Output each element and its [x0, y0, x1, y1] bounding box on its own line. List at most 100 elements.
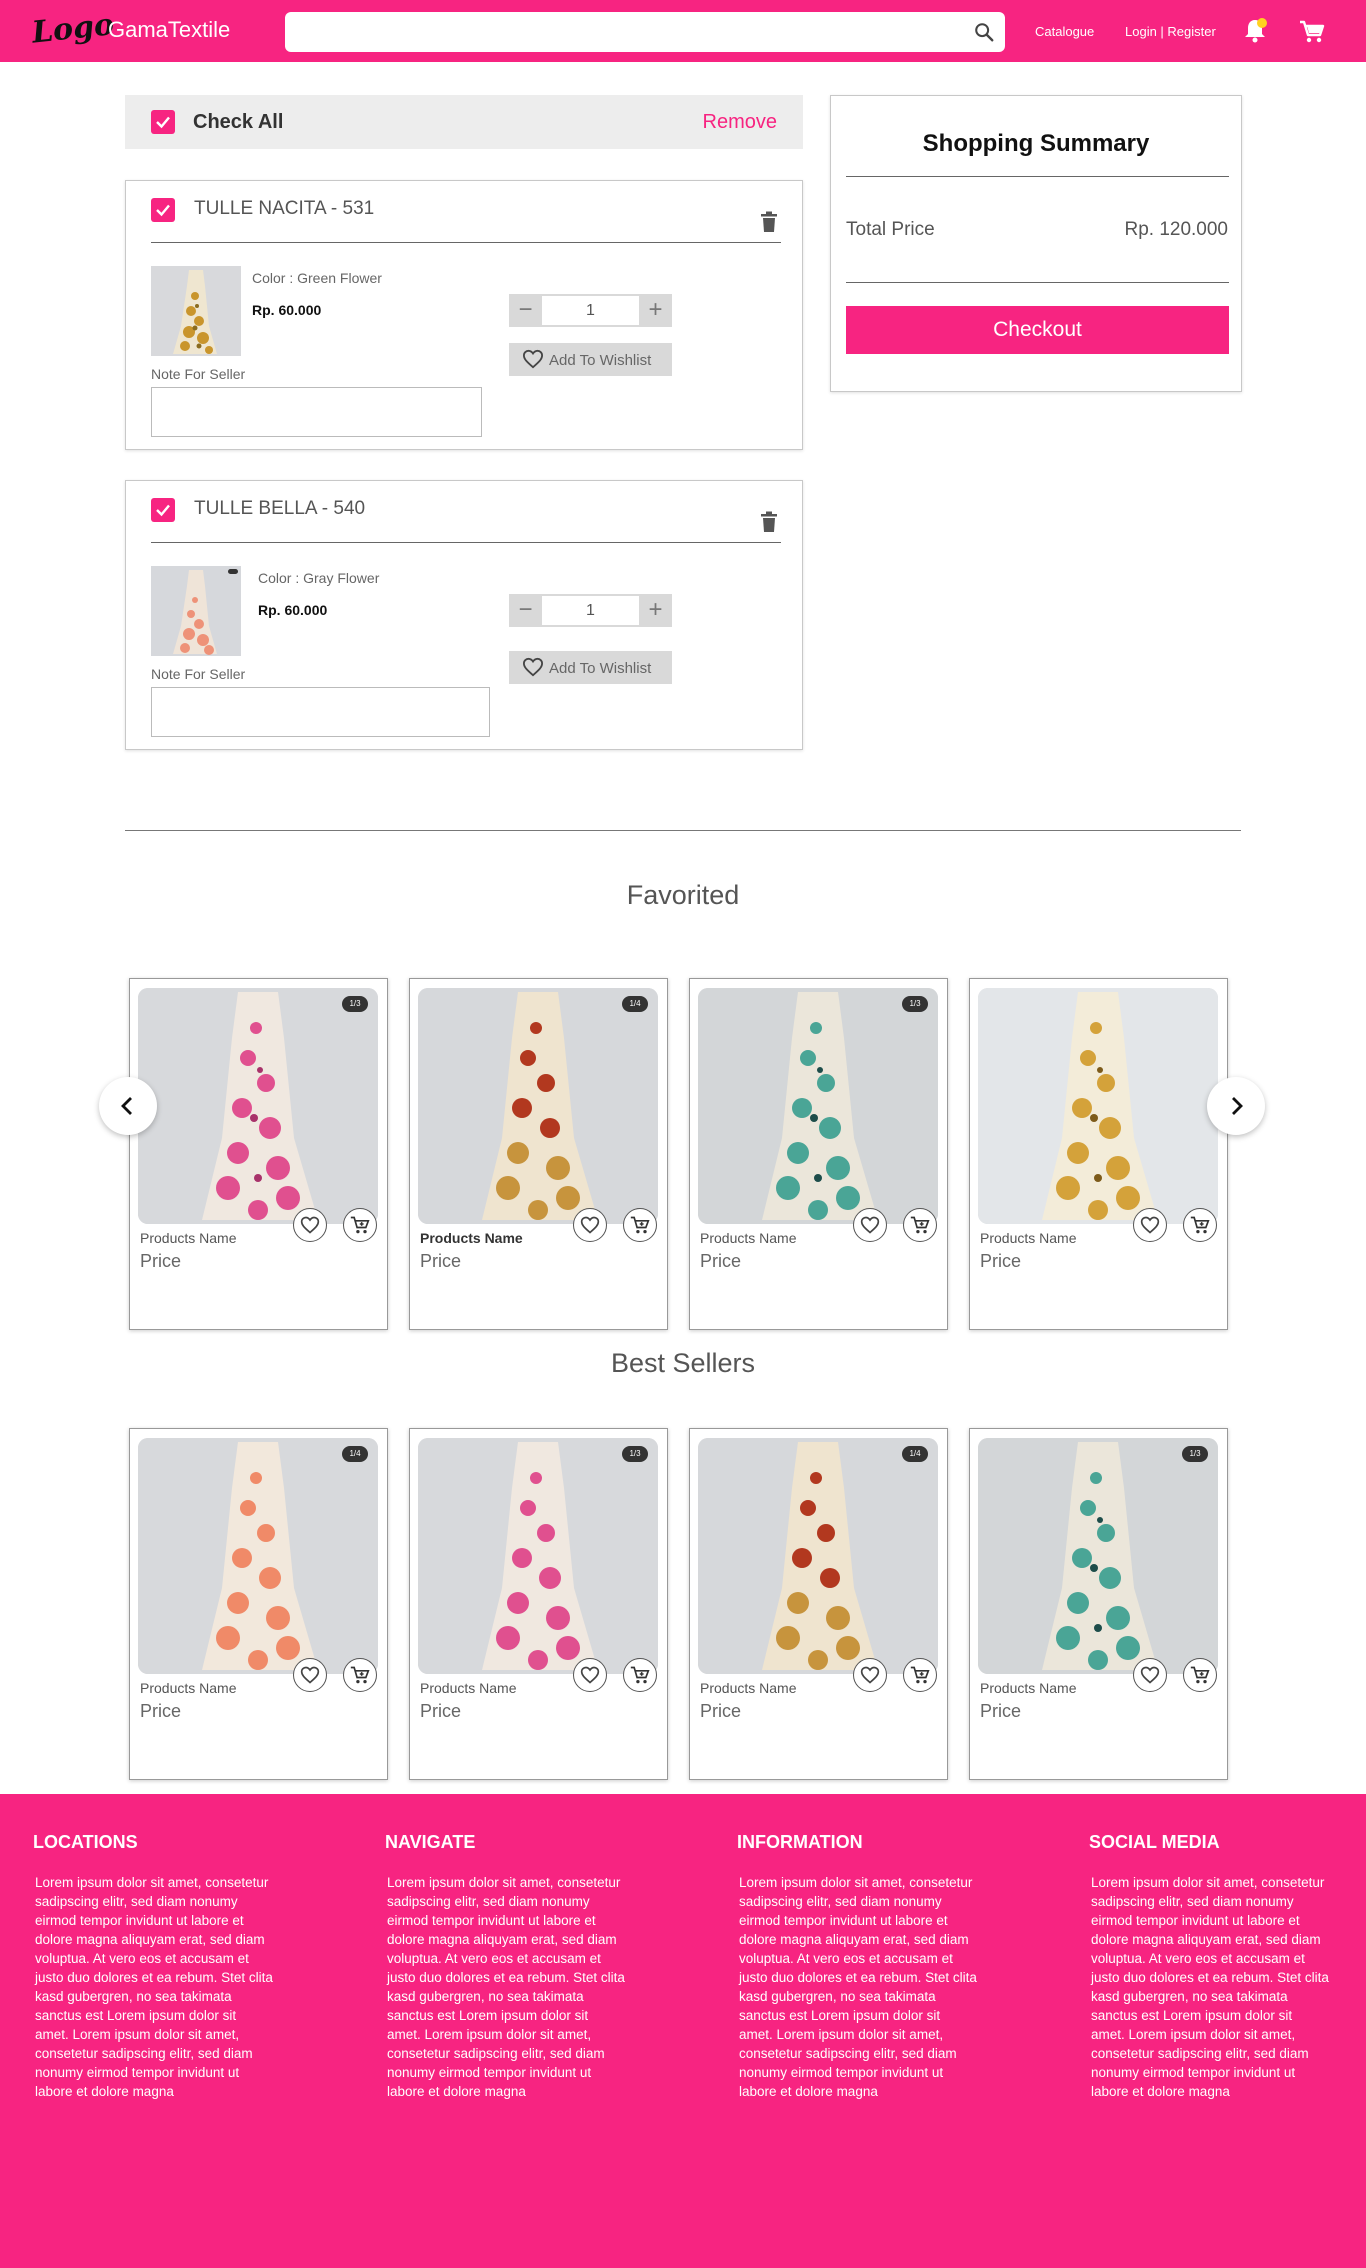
product-card[interactable]: 1/4 Products Name Price [409, 978, 668, 1330]
product-price: Price [980, 1251, 1022, 1271]
product-image[interactable]: 1/4 [418, 988, 658, 1224]
chevron-left-icon [121, 1097, 132, 1115]
add-to-cart-button[interactable] [1183, 1208, 1217, 1242]
add-to-cart-button[interactable] [623, 1658, 657, 1692]
cart-icon [910, 1666, 930, 1684]
decrease-quantity-button[interactable]: − [509, 594, 542, 627]
add-to-favorite-button[interactable] [573, 1208, 607, 1242]
footer: LOCATIONS Lorem ipsum dolor sit amet, co… [0, 1794, 1366, 2268]
add-to-favorite-button[interactable] [293, 1208, 327, 1242]
cart-item-card: TULLE BELLA - 540 Color : Gray Flower Rp… [125, 480, 803, 750]
footer-heading: INFORMATION [737, 1832, 863, 1852]
product-thumbnail[interactable] [151, 266, 241, 356]
best-sellers-title: Best Sellers [610, 1348, 756, 1378]
product-card[interactable]: 1/4 Products Name Price [129, 1428, 388, 1780]
add-to-favorite-button[interactable] [1133, 1658, 1167, 1692]
cart-icon [350, 1216, 370, 1234]
decrease-quantity-button[interactable]: − [509, 294, 542, 327]
check-all-checkbox[interactable] [151, 110, 175, 134]
product-card[interactable]: 1/3 Products Name Price [689, 978, 948, 1330]
add-to-cart-button[interactable] [343, 1658, 377, 1692]
add-to-cart-button[interactable] [1183, 1658, 1217, 1692]
remove-button[interactable]: Remove [703, 111, 777, 134]
cart-icon [630, 1216, 650, 1234]
product-card[interactable]: Products Name Price [969, 978, 1228, 1330]
cart-item-card: TULLE NACITA - 531 Color : Green Flower … [125, 180, 803, 450]
add-to-favorite-button[interactable] [1133, 1208, 1167, 1242]
add-to-favorite-button[interactable] [853, 1658, 887, 1692]
product-image[interactable]: 1/3 [418, 1438, 658, 1674]
add-to-wishlist-button[interactable]: Add To Wishlist [509, 343, 672, 376]
item-checkbox[interactable] [151, 198, 175, 222]
add-to-cart-button[interactable] [903, 1208, 937, 1242]
product-name[interactable]: Products Name [140, 1680, 236, 1696]
product-price: Price [980, 1701, 1022, 1721]
total-price-value: Rp. 120.000 [1124, 219, 1228, 240]
nav-login-register[interactable]: Login | Register [1125, 24, 1216, 39]
product-name[interactable]: Products Name [980, 1680, 1076, 1696]
product-card[interactable]: 1/3 Products Name Price [409, 1428, 668, 1780]
check-all-label: Check All [193, 111, 284, 133]
divider [151, 242, 781, 243]
product-image[interactable]: 1/3 [978, 1438, 1218, 1674]
add-to-cart-button[interactable] [343, 1208, 377, 1242]
product-thumbnail[interactable] [151, 566, 241, 656]
footer-text: Lorem ipsum dolor sit amet, consetetur s… [35, 1875, 273, 2099]
add-to-wishlist-button[interactable]: Add To Wishlist [509, 651, 672, 684]
product-name[interactable]: Products Name [980, 1230, 1076, 1246]
logo[interactable]: Logo [30, 6, 115, 57]
item-checkbox[interactable] [151, 498, 175, 522]
image-counter-badge: 1/3 [342, 996, 368, 1012]
trash-icon[interactable] [760, 211, 778, 233]
add-to-favorite-button[interactable] [573, 1658, 607, 1692]
heart-icon [300, 1666, 320, 1684]
product-image[interactable]: 1/4 [698, 1438, 938, 1674]
product-name[interactable]: Products Name [140, 1230, 236, 1246]
footer-text: Lorem ipsum dolor sit amet, consetetur s… [1091, 1875, 1329, 2099]
product-image[interactable]: 1/3 [698, 988, 938, 1224]
divider [846, 282, 1229, 283]
total-price-label: Total Price [846, 219, 935, 240]
trash-icon[interactable] [760, 511, 778, 533]
search-input[interactable] [285, 12, 945, 52]
increase-quantity-button[interactable]: + [639, 594, 672, 627]
wishlist-label: Add To Wishlist [549, 352, 652, 369]
section-divider [125, 830, 1241, 831]
carousel-prev-button[interactable] [99, 1077, 157, 1135]
product-card[interactable]: 1/3 Products Name Price [969, 1428, 1228, 1780]
wishlist-label: Add To Wishlist [549, 660, 652, 677]
search-icon[interactable] [973, 21, 995, 43]
quantity-value[interactable]: 1 [542, 596, 639, 625]
product-image[interactable]: 1/3 [138, 988, 378, 1224]
product-name[interactable]: Products Name [420, 1230, 523, 1246]
summary-title: Shopping Summary [922, 130, 1150, 157]
shopping-summary-panel: Shopping Summary Total Price Rp. 120.000… [830, 95, 1242, 392]
product-image[interactable]: 1/4 [138, 1438, 378, 1674]
image-counter-badge: 1/4 [622, 996, 648, 1012]
brand-name[interactable]: GamaTextile [108, 17, 230, 43]
product-image[interactable] [978, 988, 1218, 1224]
cart-icon [630, 1666, 650, 1684]
quantity-stepper: − 1 + [509, 594, 672, 627]
chevron-right-icon [1232, 1097, 1243, 1115]
divider [846, 176, 1229, 177]
add-to-favorite-button[interactable] [293, 1658, 327, 1692]
product-name[interactable]: Products Name [700, 1230, 796, 1246]
product-card[interactable]: 1/4 Products Name Price [689, 1428, 948, 1780]
cart-icon[interactable] [1299, 19, 1325, 45]
note-for-seller-input[interactable] [151, 687, 490, 737]
nav-catalogue[interactable]: Catalogue [1035, 24, 1094, 39]
add-to-favorite-button[interactable] [853, 1208, 887, 1242]
product-name[interactable]: Products Name [700, 1680, 796, 1696]
quantity-stepper: − 1 + [509, 294, 672, 327]
increase-quantity-button[interactable]: + [639, 294, 672, 327]
checkout-button[interactable]: Checkout [846, 306, 1229, 354]
add-to-cart-button[interactable] [903, 1658, 937, 1692]
quantity-value[interactable]: 1 [542, 296, 639, 325]
footer-text: Lorem ipsum dolor sit amet, consetetur s… [387, 1875, 625, 2099]
add-to-cart-button[interactable] [623, 1208, 657, 1242]
product-card[interactable]: 1/3 Products Name Price [129, 978, 388, 1330]
note-for-seller-input[interactable] [151, 387, 482, 437]
product-name[interactable]: Products Name [420, 1680, 516, 1696]
carousel-next-button[interactable] [1207, 1077, 1265, 1135]
